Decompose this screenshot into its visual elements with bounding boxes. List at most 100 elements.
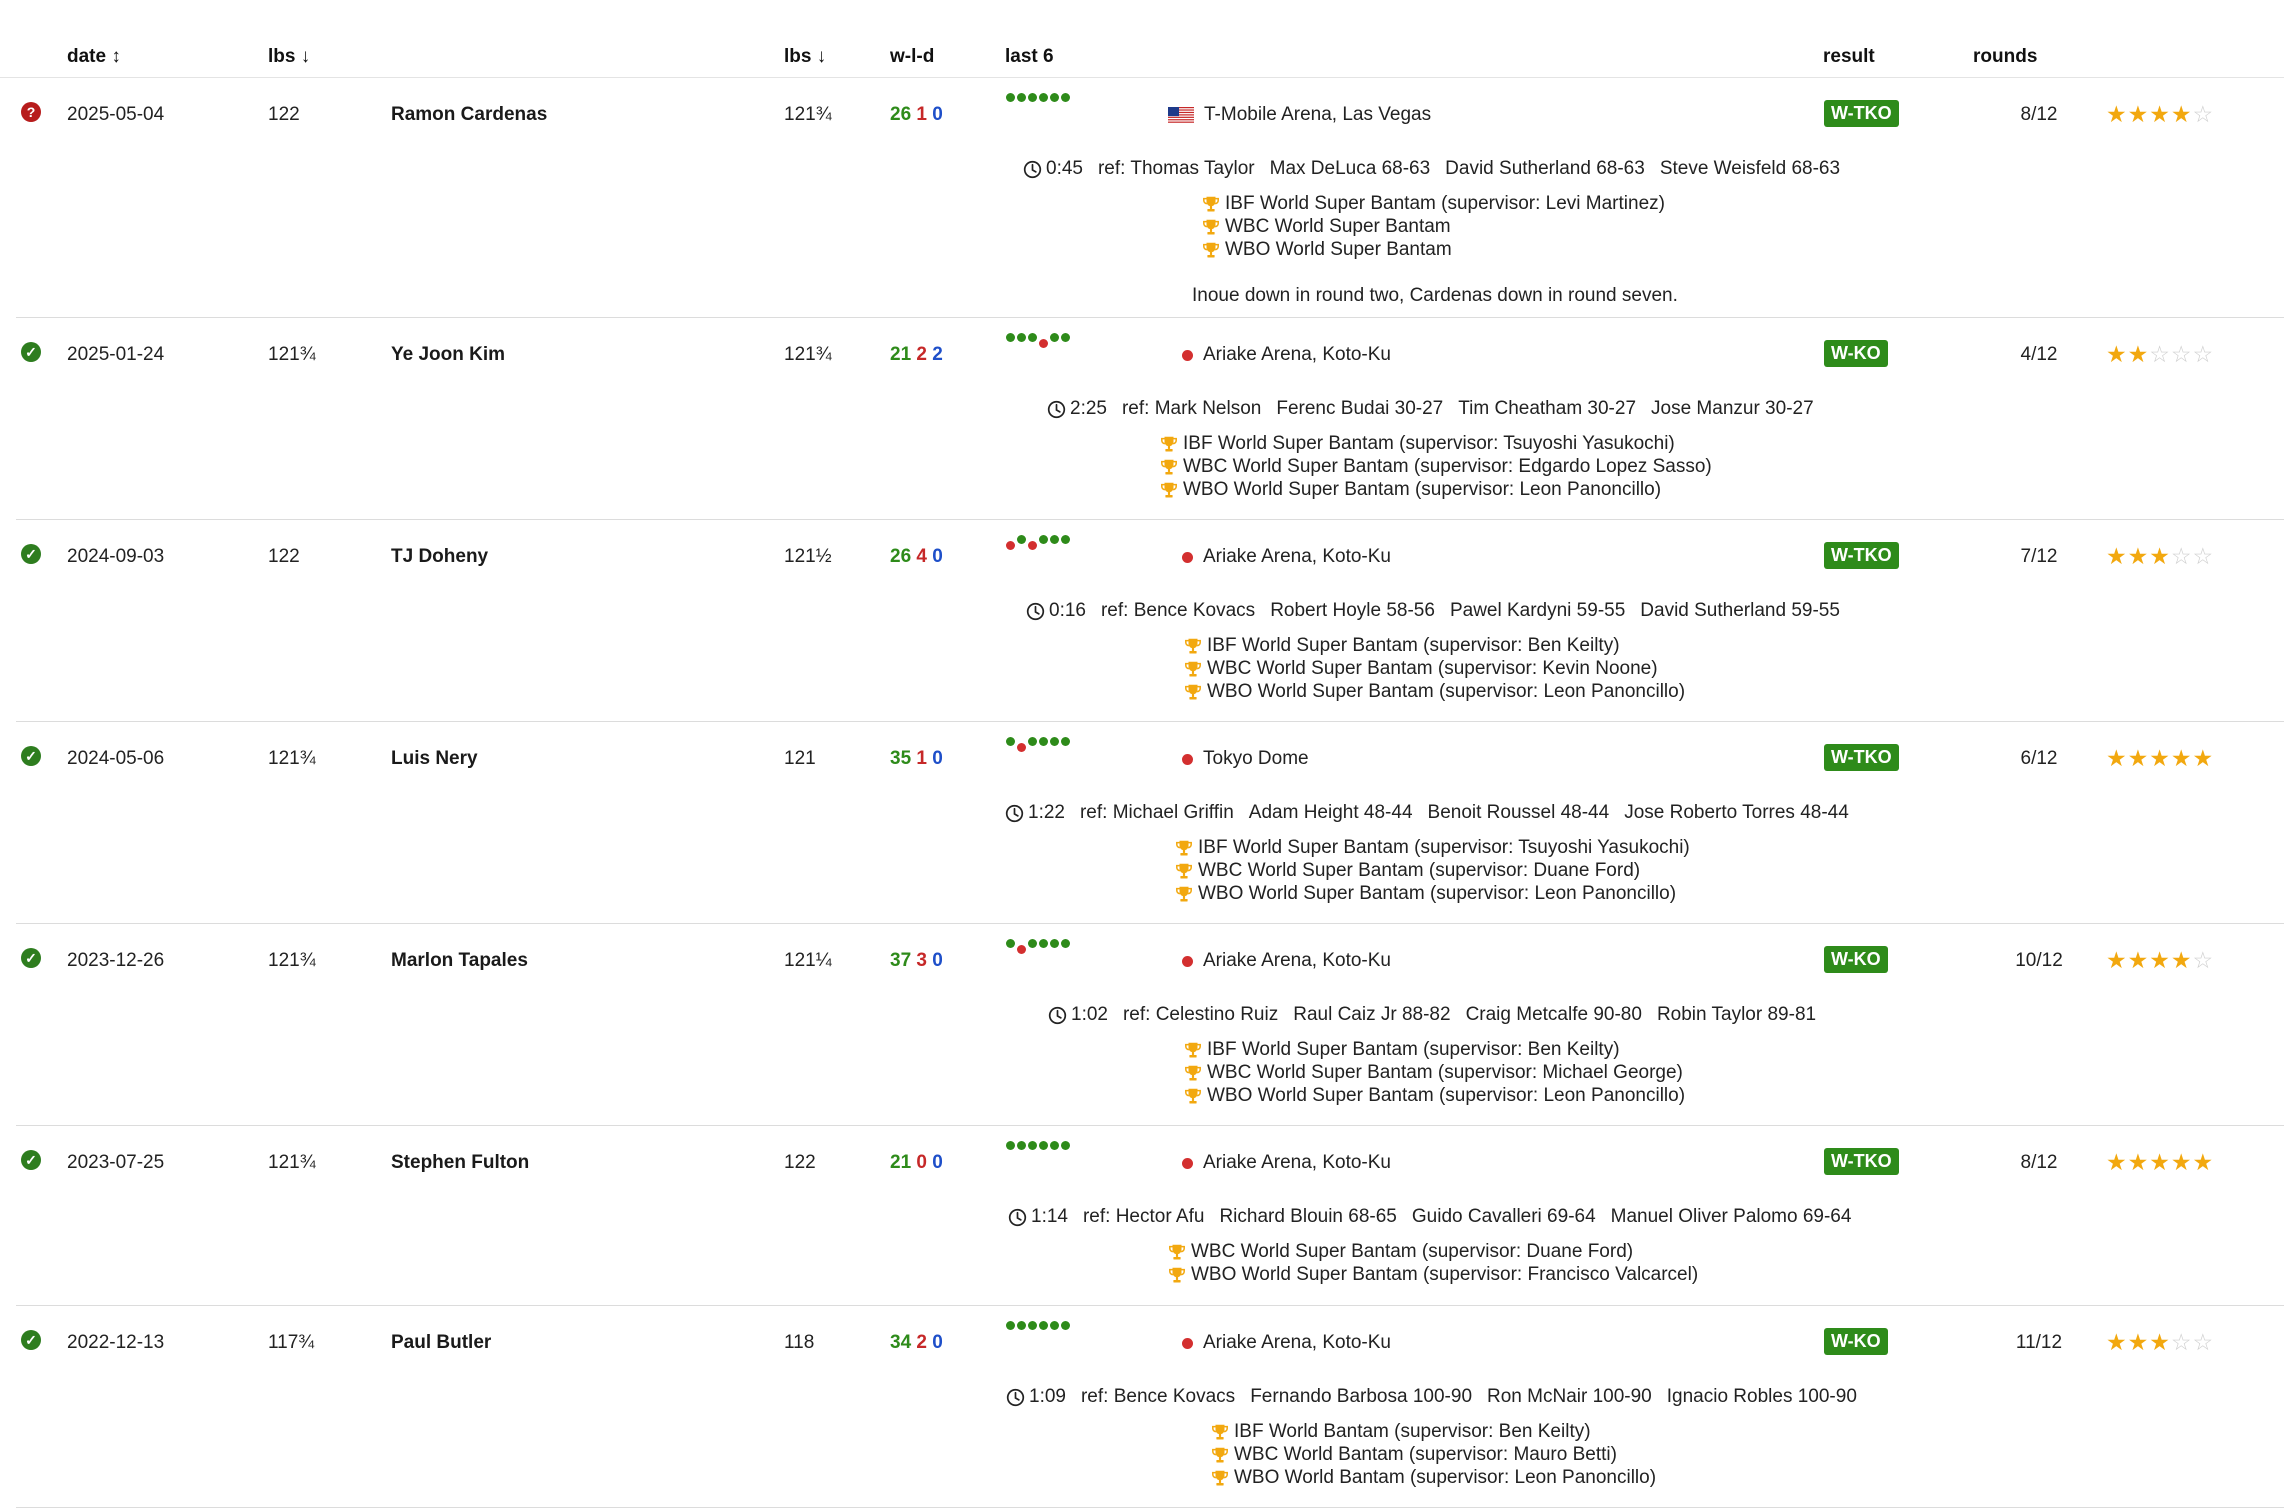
- judge-scorecard-link[interactable]: Steve Weisfeld 68-63: [1660, 158, 1840, 180]
- title-belt-label[interactable]: WBC World Super Bantam (supervisor: Mich…: [1207, 1062, 1683, 1084]
- venue-name-link[interactable]: Ariake Arena, Koto-Ku: [1203, 344, 1391, 366]
- form-dot-win: [1006, 333, 1015, 342]
- bout-officials-line: 1:02 ref: Celestino Ruiz Raul Caiz Jr 88-8…: [1048, 1004, 1816, 1026]
- title-belt-label[interactable]: WBO World Super Bantam: [1225, 239, 1452, 261]
- trophy-icon: [1185, 661, 1201, 676]
- stoppage-time: 1:02: [1048, 1004, 1108, 1026]
- result-badge[interactable]: W-KO: [1824, 1328, 1888, 1355]
- judge-scorecard-link[interactable]: Raul Caiz Jr 88-82: [1293, 1004, 1450, 1026]
- header-opponent-lbs-sortable[interactable]: lbs ↓: [784, 46, 826, 68]
- opponent-name-link[interactable]: Marlon Tapales: [391, 950, 528, 972]
- judge-scorecard-link[interactable]: Fernando Barbosa 100-90: [1250, 1386, 1472, 1408]
- title-belt-label[interactable]: IBF World Super Bantam (supervisor: Tsuy…: [1183, 433, 1675, 455]
- star-icon: ★: [2149, 947, 2170, 973]
- title-belt-label[interactable]: IBF World Super Bantam (supervisor: Levi…: [1225, 193, 1665, 215]
- judge-scorecard-link[interactable]: Ron McNair 100-90: [1487, 1386, 1652, 1408]
- title-belt-label[interactable]: IBF World Super Bantam (supervisor: Tsuy…: [1198, 837, 1690, 859]
- trophy-icon: [1161, 459, 1177, 474]
- referee-link[interactable]: ref: Celestino Ruiz: [1123, 1004, 1278, 1026]
- opponent-name-link[interactable]: TJ Doheny: [391, 546, 488, 568]
- opponent-weight: 121½: [784, 546, 832, 567]
- venue-name-link[interactable]: T-Mobile Arena, Las Vegas: [1204, 104, 1431, 126]
- opponent-name-link[interactable]: Ye Joon Kim: [391, 344, 505, 366]
- title-belt-label[interactable]: WBC World Super Bantam (supervisor: Edga…: [1183, 456, 1712, 478]
- trophy-icon: [1185, 638, 1201, 653]
- title-belt-label[interactable]: IBF World Super Bantam (supervisor: Ben …: [1207, 1039, 1620, 1061]
- header-date-sortable[interactable]: date ↕: [67, 46, 121, 68]
- title-belt-label[interactable]: WBC World Super Bantam (supervisor: Duan…: [1191, 1241, 1633, 1263]
- judge-scorecard-link[interactable]: Max DeLuca 68-63: [1270, 158, 1431, 180]
- rating-stars: ★ ★ ★ ☆ ☆: [2106, 1331, 2213, 1354]
- judge-scorecard-link[interactable]: Robert Hoyle 58-56: [1270, 600, 1435, 622]
- star-icon: ★: [2149, 1149, 2170, 1175]
- stoppage-time: 1:09: [1006, 1386, 1066, 1408]
- referee-link[interactable]: ref: Bence Kovacs: [1081, 1386, 1235, 1408]
- title-belt-label[interactable]: WBC World Super Bantam (supervisor: Duan…: [1198, 860, 1640, 882]
- result-badge[interactable]: W-KO: [1824, 946, 1888, 973]
- title-belt-label[interactable]: WBC World Bantam (supervisor: Mauro Bett…: [1234, 1444, 1617, 1466]
- result-badge[interactable]: W-TKO: [1824, 744, 1899, 771]
- venue-name-link[interactable]: Ariake Arena, Koto-Ku: [1203, 1332, 1391, 1354]
- last-six-form: [1006, 333, 1086, 353]
- judge-scorecard-link[interactable]: David Sutherland 59-55: [1640, 600, 1840, 622]
- title-belt-label[interactable]: WBO World Super Bantam (supervisor: Leon…: [1183, 479, 1661, 501]
- trophy-icon: [1161, 482, 1177, 497]
- judge-scorecard-link[interactable]: David Sutherland 68-63: [1445, 158, 1645, 180]
- referee-link[interactable]: ref: Bence Kovacs: [1101, 600, 1255, 622]
- judge-scorecard-link[interactable]: Richard Blouin 68-65: [1219, 1206, 1396, 1228]
- header-lbs-sortable[interactable]: lbs ↓: [268, 46, 310, 68]
- judge-scorecard-link[interactable]: Benoit Roussel 48-44: [1428, 802, 1610, 824]
- opponent-name-link[interactable]: Paul Butler: [391, 1332, 491, 1354]
- venue-name-link[interactable]: Ariake Arena, Koto-Ku: [1203, 1152, 1391, 1174]
- title-belt-label[interactable]: WBO World Super Bantam (supervisor: Leon…: [1207, 1085, 1685, 1107]
- title-belt-label[interactable]: IBF World Super Bantam (supervisor: Ben …: [1207, 635, 1620, 657]
- result-badge[interactable]: W-KO: [1824, 340, 1888, 367]
- star-icon: ★: [2127, 947, 2149, 973]
- title-belt: WBC World Super Bantam (supervisor: Duan…: [1175, 859, 1690, 882]
- venue-name-link[interactable]: Ariake Arena, Koto-Ku: [1203, 950, 1391, 972]
- judge-scorecard-link[interactable]: Jose Manzur 30-27: [1651, 398, 1814, 420]
- referee-link[interactable]: ref: Michael Griffin: [1080, 802, 1234, 824]
- title-belt: IBF World Super Bantam (supervisor: Ben …: [1184, 634, 1685, 657]
- venue-name-link[interactable]: Tokyo Dome: [1203, 748, 1309, 770]
- star-icon: ★: [2149, 101, 2170, 127]
- result-badge[interactable]: W-TKO: [1824, 1148, 1899, 1175]
- title-belt-label[interactable]: IBF World Bantam (supervisor: Ben Keilty…: [1234, 1421, 1591, 1443]
- title-belt-label[interactable]: WBC World Super Bantam: [1225, 216, 1451, 238]
- title-belt-label[interactable]: WBO World Super Bantam (supervisor: Fran…: [1191, 1264, 1698, 1286]
- opponent-name-link[interactable]: Ramon Cardenas: [391, 104, 547, 126]
- form-dot-win: [1006, 939, 1015, 948]
- judge-scorecard-link[interactable]: Tim Cheatham 30-27: [1458, 398, 1636, 420]
- judge-scorecard-link[interactable]: Guido Cavalleri 69-64: [1412, 1206, 1596, 1228]
- star-icon: ★: [2106, 341, 2127, 367]
- opponent-name-link[interactable]: Stephen Fulton: [391, 1152, 529, 1174]
- referee-link[interactable]: ref: Mark Nelson: [1122, 398, 1261, 420]
- star-icon: ★: [2106, 101, 2127, 127]
- bout-date: 2022-12-13: [67, 1332, 165, 1353]
- bout-weight: 117¾: [268, 1332, 315, 1353]
- title-belt-label[interactable]: WBO World Bantam (supervisor: Leon Panon…: [1234, 1467, 1656, 1489]
- bout-row: ? 2025-05-04 122 Ramon Cardenas 121¾ 26 1 0 T-…: [16, 78, 2284, 318]
- title-belt-label[interactable]: WBO World Super Bantam (supervisor: Leon…: [1207, 681, 1685, 703]
- title-belt-label[interactable]: WBC World Super Bantam (supervisor: Kevi…: [1207, 658, 1658, 680]
- bout-officials-line: 1:09 ref: Bence Kovacs Fernando Barbosa 10…: [1006, 1386, 1857, 1408]
- title-belt-label[interactable]: WBO World Super Bantam (supervisor: Leon…: [1198, 883, 1676, 905]
- opponent-record: 26 1 0: [890, 104, 943, 126]
- result-badge[interactable]: W-TKO: [1824, 542, 1899, 569]
- opponent-name-link[interactable]: Luis Nery: [391, 748, 478, 770]
- judge-scorecard-link[interactable]: Ignacio Robles 100-90: [1667, 1386, 1857, 1408]
- result-badge[interactable]: W-TKO: [1824, 100, 1899, 127]
- opponent-record: 35 1 0: [890, 748, 943, 770]
- form-dot-win: [1061, 535, 1070, 544]
- referee-link[interactable]: ref: Hector Afu: [1083, 1206, 1204, 1228]
- judge-scorecard-link[interactable]: Craig Metcalfe 90-80: [1466, 1004, 1642, 1026]
- judge-scorecard-link[interactable]: Jose Roberto Torres 48-44: [1624, 802, 1849, 824]
- judge-scorecard-link[interactable]: Manuel Oliver Palomo 69-64: [1611, 1206, 1852, 1228]
- venue-name-link[interactable]: Ariake Arena, Koto-Ku: [1203, 546, 1391, 568]
- judge-scorecard-link[interactable]: Adam Height 48-44: [1249, 802, 1413, 824]
- judge-scorecard-link[interactable]: Ferenc Budai 30-27: [1276, 398, 1443, 420]
- referee-link[interactable]: ref: Thomas Taylor: [1098, 158, 1255, 180]
- judge-scorecard-link[interactable]: Pawel Kardyni 59-55: [1450, 600, 1625, 622]
- judge-scorecard-link[interactable]: Robin Taylor 89-81: [1657, 1004, 1816, 1026]
- header-last6: last 6: [1005, 46, 1054, 67]
